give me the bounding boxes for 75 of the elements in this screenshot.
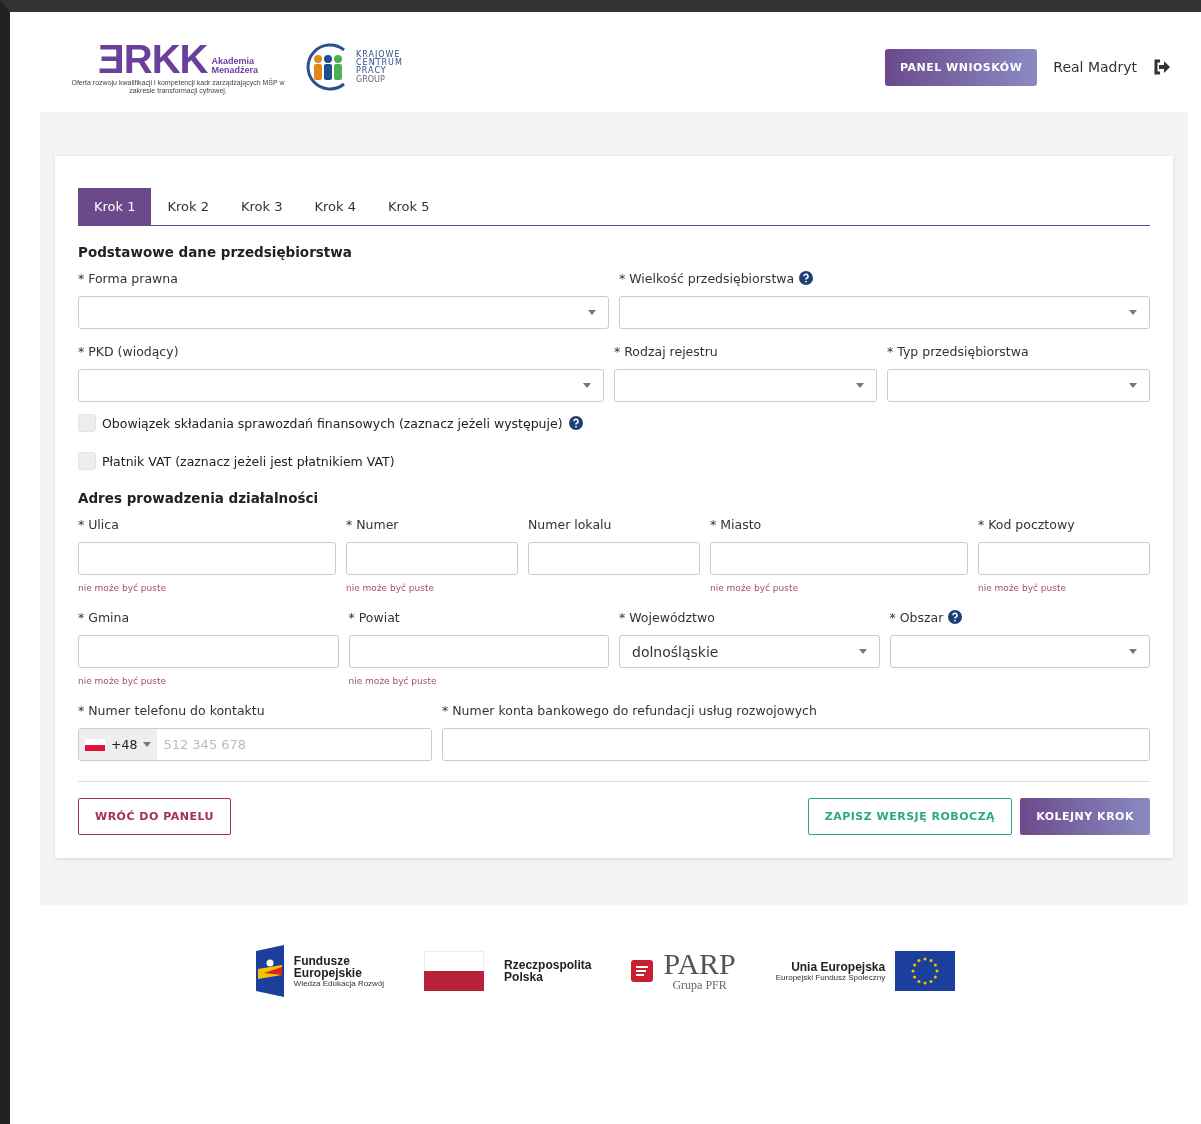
logout-icon[interactable] xyxy=(1153,59,1171,75)
flag-icon xyxy=(424,951,485,991)
caret-icon xyxy=(856,383,864,388)
select-field[interactable] xyxy=(619,296,1150,329)
fe-logo-text: Fundusze Europejskie Wiedza Edukacja Rozwój xyxy=(293,954,385,988)
caret-icon xyxy=(1129,383,1137,388)
error-message: nie może być puste xyxy=(978,583,1068,595)
field-label: * Miasto xyxy=(710,516,762,532)
user-name: Real Madryt xyxy=(1053,59,1137,75)
error-message: nie może być puste xyxy=(78,583,168,595)
select-field[interactable] xyxy=(889,635,1150,668)
field-label: * Powiat xyxy=(348,609,400,625)
ue-logo-text: Unia Europejska Europejski Fundusz Społeczny xyxy=(775,960,886,982)
phone-field[interactable]: +48 512 345 678 xyxy=(78,728,432,761)
input-field[interactable] xyxy=(710,542,968,575)
caret-icon xyxy=(1129,649,1137,654)
help-icon[interactable] xyxy=(568,416,583,430)
field-label: * Ulica xyxy=(78,516,119,532)
help-icon[interactable] xyxy=(799,271,814,285)
field-label: * Gmina xyxy=(78,609,130,625)
step-tab[interactable]: Krok 3 xyxy=(224,188,299,225)
field-label: Numer lokalu xyxy=(528,516,612,532)
field-label: * Numer xyxy=(346,516,399,532)
back-button[interactable]: WRÓĆ DO PANELU xyxy=(78,798,231,835)
step-tab[interactable]: Krok 5 xyxy=(371,188,446,225)
input-field[interactable] xyxy=(78,542,336,575)
caret-icon xyxy=(583,383,591,388)
select-field[interactable]: dolnośląskie xyxy=(619,635,880,668)
caret-icon xyxy=(143,742,152,747)
caret-icon xyxy=(1129,310,1137,315)
field-label: * Obszar xyxy=(889,609,944,625)
section-title: Podstawowe dane przedsiębiorstwa xyxy=(78,244,353,260)
eu-flag-icon xyxy=(895,951,956,991)
field-label: * PKD (wiodący) xyxy=(78,343,179,359)
error-message: nie może być puste xyxy=(346,583,436,595)
help-icon[interactable] xyxy=(948,610,963,624)
checkbox[interactable] xyxy=(78,452,96,470)
input-field[interactable] xyxy=(346,542,518,575)
step-tab[interactable]: Krok 2 xyxy=(151,188,225,225)
checkbox-label: Płatnik VAT (zaznacz jeżeli jest płatnikiem VAT) xyxy=(102,453,395,469)
stars-flag-icon xyxy=(255,945,284,997)
input-field[interactable] xyxy=(978,542,1150,575)
parp-mark-icon xyxy=(631,960,654,982)
field-label: * Numer telefonu do kontaktu xyxy=(78,702,265,718)
field-label: * Forma prawna xyxy=(78,270,178,286)
input-field[interactable] xyxy=(78,635,339,668)
panel-button[interactable]: PANEL WNIOSKÓW xyxy=(884,48,1038,86)
section-title: Adres prowadzenia działalności xyxy=(78,490,320,506)
checkbox[interactable] xyxy=(78,414,96,432)
parp-logo-text: PARP Grupa PFR xyxy=(663,949,736,993)
rp-logo-text: Rzeczpospolita Polska xyxy=(504,959,592,983)
input-field[interactable] xyxy=(442,728,1150,761)
input-field[interactable] xyxy=(348,635,609,668)
select-field[interactable] xyxy=(78,369,604,402)
flag-icon xyxy=(85,738,105,751)
checkbox-label: Obowiązek składania sprawozdań finansowych (zaznacz jeżeli występuje) xyxy=(102,415,563,431)
field-label: * Kod pocztowy xyxy=(978,516,1075,532)
field-label: * Rodzaj rejestru xyxy=(614,343,718,359)
select-field[interactable] xyxy=(78,296,609,329)
step-tab[interactable]: Krok 1 xyxy=(78,188,152,225)
error-message: nie może być puste xyxy=(348,676,438,688)
field-label: * Numer konta bankowego do refundacji usług rozwojowych xyxy=(442,702,817,718)
kcp-logo-text: KRAJOWE CENTRUM PRACY GROUP xyxy=(356,50,403,84)
select-field[interactable] xyxy=(614,369,877,402)
field-label: * Wielkość przedsiębiorstwa xyxy=(619,270,795,286)
step-tab[interactable]: Krok 4 xyxy=(298,188,372,225)
field-label: * Typ przedsiębiorstwa xyxy=(887,343,1029,359)
input-field[interactable] xyxy=(528,542,700,575)
caret-icon xyxy=(858,649,867,654)
error-message: nie może być puste xyxy=(78,676,168,688)
field-label: * Województwo xyxy=(619,609,715,625)
select-field[interactable] xyxy=(887,369,1150,402)
error-message: nie może być puste xyxy=(710,583,800,595)
caret-icon xyxy=(588,310,596,315)
next-step-button[interactable]: KOLEJNY KROK xyxy=(1020,798,1150,835)
